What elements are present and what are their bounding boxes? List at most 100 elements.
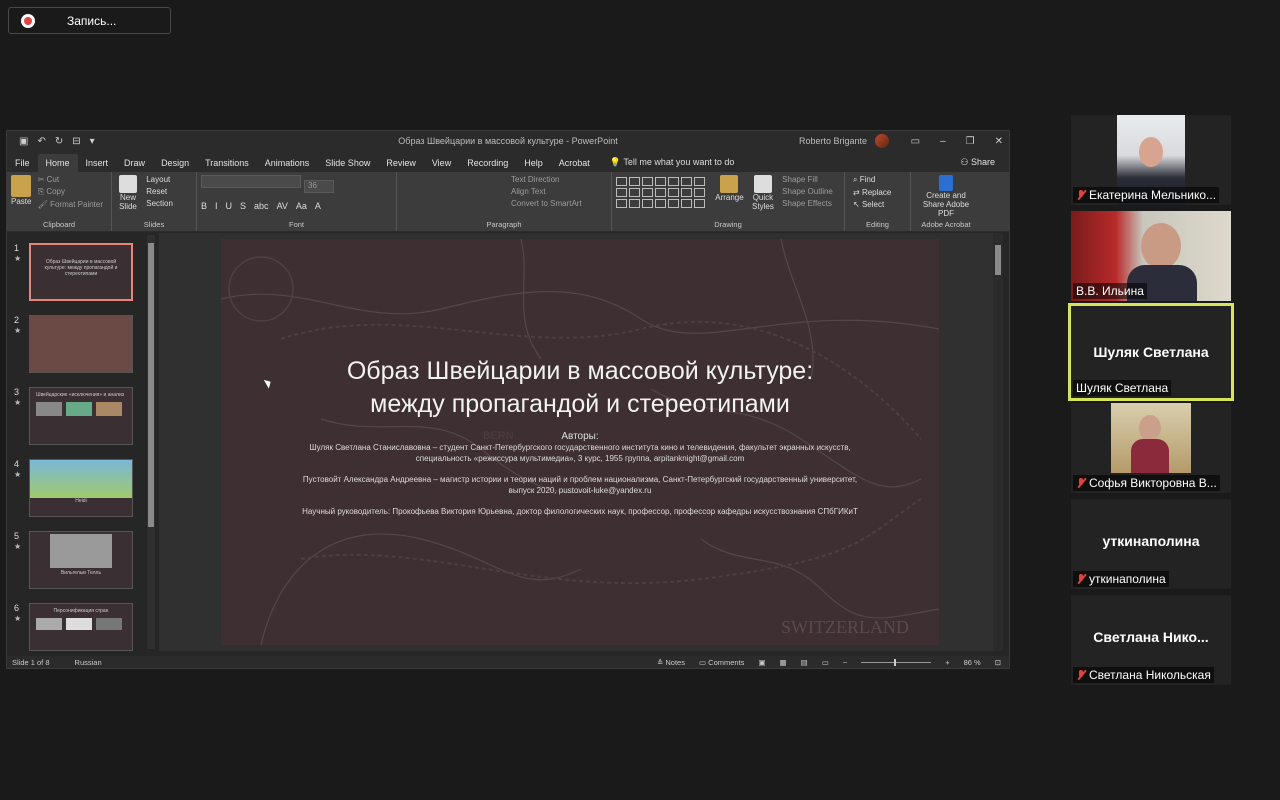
- zoom-slider[interactable]: [861, 658, 932, 666]
- participant-tile[interactable]: Софья Викторовна В...: [1071, 403, 1231, 493]
- share-button[interactable]: ⚇ Share: [946, 157, 1009, 172]
- italic-button[interactable]: I: [215, 201, 218, 211]
- shape-effects-button[interactable]: Shape Effects: [782, 199, 833, 208]
- participant-tile[interactable]: Екатерина Мельнико...: [1071, 115, 1231, 205]
- tab-draw[interactable]: Draw: [116, 158, 153, 172]
- spacing-button[interactable]: AV: [277, 201, 288, 211]
- tab-file[interactable]: File: [7, 158, 38, 172]
- star-icon: ★: [14, 614, 22, 623]
- sorter-view-icon[interactable]: ▦: [780, 658, 787, 667]
- author-1: Шуляк Светлана Станиславовна – студент С…: [309, 443, 851, 463]
- ribbon-display-icon[interactable]: ▭: [911, 136, 920, 147]
- powerpoint-window: ▣ ↶ ↻ ⊟ ▾ Образ Швейцарии в массовой кул…: [6, 130, 1010, 669]
- change-case-button[interactable]: Aa: [296, 201, 307, 211]
- slide-thumbnail[interactable]: Вильгельм Телль: [29, 531, 133, 589]
- quick-styles-icon: [753, 175, 772, 193]
- search-icon: ⌕: [853, 175, 858, 184]
- slide-title-line1: Образ Швейцарии в массовой культуре:: [346, 357, 814, 385]
- scroll-thumb[interactable]: [995, 245, 1001, 275]
- reading-view-icon[interactable]: ▤: [801, 658, 808, 667]
- smartart-button[interactable]: Convert to SmartArt: [511, 199, 582, 208]
- tab-acrobat[interactable]: Acrobat: [551, 158, 598, 172]
- tab-design[interactable]: Design: [153, 158, 197, 172]
- slideshow-view-icon[interactable]: ▭: [822, 658, 829, 667]
- participant-name: Софья Викторовна В...: [1073, 475, 1220, 491]
- paste-button[interactable]: Paste: [11, 175, 31, 206]
- close-icon[interactable]: ✕: [995, 136, 1003, 147]
- mic-muted-icon: [1076, 478, 1086, 488]
- language-indicator[interactable]: Russian: [75, 658, 102, 667]
- reset-button[interactable]: Reset: [146, 187, 173, 196]
- strikethrough-button[interactable]: abc: [254, 201, 269, 211]
- slide-body: Авторы: Шуляк Светлана Станиславовна – с…: [291, 431, 869, 527]
- cursor-icon: ↖: [853, 200, 860, 209]
- tab-animations[interactable]: Animations: [257, 158, 318, 172]
- normal-view-icon[interactable]: ▣: [758, 658, 765, 667]
- comment-icon: ▭: [698, 657, 707, 667]
- user-account[interactable]: Roberto Brigante: [799, 134, 889, 148]
- minimize-icon[interactable]: –: [940, 136, 946, 147]
- avatar: [875, 134, 889, 148]
- record-icon: [21, 13, 35, 28]
- tab-transitions[interactable]: Transitions: [197, 158, 257, 172]
- new-slide-button[interactable]: New Slide: [116, 175, 140, 211]
- participant-tile[interactable]: Светлана Нико... Светлана Никольская: [1071, 595, 1231, 685]
- tell-me-search[interactable]: 💡 Tell me what you want to do: [598, 157, 735, 172]
- editor-scrollbar[interactable]: [993, 233, 1003, 651]
- quick-styles-button[interactable]: Quick Styles: [750, 175, 776, 211]
- comments-button[interactable]: ▭ Comments: [699, 658, 744, 667]
- font-color-button[interactable]: A: [315, 201, 321, 211]
- participant-tile[interactable]: уткинаполина уткинаполина: [1071, 499, 1231, 589]
- find-button[interactable]: ⌕ Find: [853, 175, 891, 185]
- tab-insert[interactable]: Insert: [78, 158, 117, 172]
- zoom-in-icon[interactable]: +: [945, 658, 949, 667]
- tab-view[interactable]: View: [424, 158, 459, 172]
- star-icon: ★: [14, 470, 22, 479]
- notes-button[interactable]: ≙ Notes: [657, 658, 685, 667]
- thumbnail-scrollbar[interactable]: [147, 235, 155, 649]
- fit-slide-icon[interactable]: ⊡: [995, 658, 1001, 667]
- recording-indicator[interactable]: Запись...: [8, 7, 171, 34]
- slide-canvas[interactable]: BERN SWITZERLAND Образ Швейцарии в массо…: [221, 239, 939, 645]
- participant-name-text: В.В. Ильина: [1076, 284, 1144, 298]
- slide-thumbnail[interactable]: Швейцарские «исключения» и анализ: [29, 387, 133, 445]
- notes-icon: ≙: [657, 657, 664, 667]
- scroll-thumb[interactable]: [148, 243, 154, 527]
- format-painter-button[interactable]: 🖌 Format Painter: [38, 200, 103, 209]
- underline-button[interactable]: U: [226, 201, 233, 211]
- arrange-label: Arrange: [715, 193, 744, 202]
- shapes-gallery[interactable]: [616, 177, 705, 208]
- tab-recording[interactable]: Recording: [459, 158, 516, 172]
- ribbon: Paste ✂ Cut ⎘ Copy 🖌 Format Painter Clip…: [7, 172, 1009, 232]
- shape-fill-button[interactable]: Shape Fill: [782, 175, 833, 184]
- participant-tile-active-speaker[interactable]: Шуляк Светлана Шуляк Светлана: [1068, 303, 1234, 401]
- text-direction-button[interactable]: Text Direction: [511, 175, 582, 184]
- cut-button[interactable]: ✂ Cut: [38, 175, 103, 184]
- tab-slide-show[interactable]: Slide Show: [317, 158, 378, 172]
- shape-outline-button[interactable]: Shape Outline: [782, 187, 833, 196]
- slide-thumbnail[interactable]: Персонификация стран: [29, 603, 133, 651]
- new-slide-label: New Slide: [119, 193, 137, 211]
- replace-button[interactable]: ⇄ Replace: [853, 188, 891, 197]
- align-text-button[interactable]: Align Text: [511, 187, 582, 196]
- font-name-box[interactable]: [201, 175, 301, 188]
- arrange-button[interactable]: Arrange: [715, 175, 744, 202]
- zoom-out-icon[interactable]: −: [843, 658, 847, 667]
- slide-thumbnail[interactable]: Образ Швейцарии в массовой культуре: меж…: [29, 243, 133, 301]
- slide-thumbnail[interactable]: [29, 315, 133, 373]
- font-size-box[interactable]: 36: [304, 180, 334, 193]
- tab-review[interactable]: Review: [378, 158, 424, 172]
- layout-button[interactable]: Layout: [146, 175, 173, 184]
- slide-thumbnail[interactable]: Heidi: [29, 459, 133, 517]
- tab-home[interactable]: Home: [37, 154, 78, 172]
- tab-help[interactable]: Help: [516, 158, 551, 172]
- shadow-button[interactable]: S: [240, 201, 246, 211]
- section-button[interactable]: Section: [146, 199, 173, 208]
- select-button[interactable]: ↖ Select: [853, 200, 891, 209]
- maximize-icon[interactable]: ❐: [966, 136, 975, 147]
- create-pdf-button[interactable]: Create and Share Adobe PDF: [915, 175, 977, 218]
- copy-button[interactable]: ⎘ Copy: [38, 187, 103, 197]
- bold-button[interactable]: B: [201, 201, 207, 211]
- participant-tile[interactable]: В.В. Ильина: [1071, 211, 1231, 301]
- zoom-level[interactable]: 86 %: [964, 658, 981, 667]
